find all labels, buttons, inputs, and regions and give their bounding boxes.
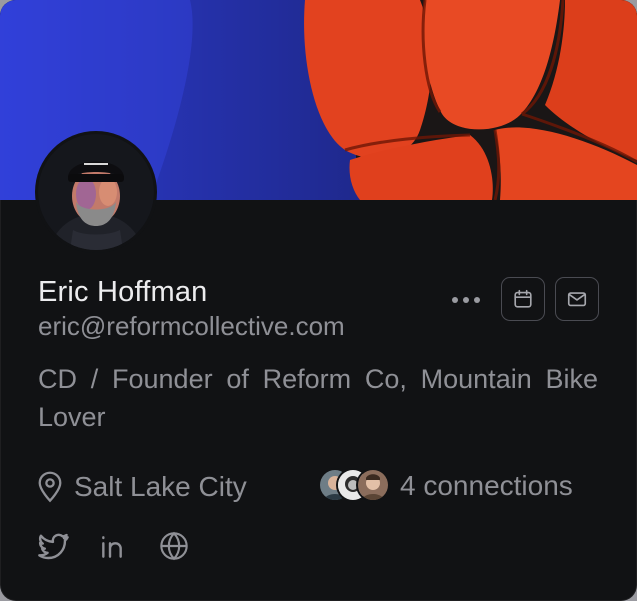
profile-card: Eric Hoffman eric@reformcollective.com C… — [0, 0, 637, 601]
profile-avatar — [38, 134, 154, 250]
calendar-button[interactable] — [501, 277, 545, 321]
calendar-icon — [514, 289, 532, 308]
more-horizontal-icon — [452, 297, 458, 303]
profile-name: Eric Hoffman — [38, 276, 208, 308]
connection-avatars — [320, 470, 390, 502]
profile-email: eric@reformcollective.com — [38, 311, 345, 341]
connection-avatar — [358, 470, 388, 500]
profile-bio: CD / Founder of Reform Co, Mountain Bike… — [38, 364, 598, 432]
more-horizontal-icon-dot — [463, 297, 469, 303]
connections-link[interactable]: 4 connections — [320, 468, 573, 504]
location: Salt Lake City — [36, 470, 247, 504]
linkedin-icon[interactable] — [98, 530, 130, 562]
more-options-button[interactable] — [448, 286, 484, 314]
globe-icon[interactable] — [158, 530, 190, 562]
mail-icon — [567, 292, 587, 307]
connections-count: 4 connections — [400, 470, 573, 501]
mail-button[interactable] — [555, 277, 599, 321]
map-pin-icon — [38, 471, 62, 503]
more-horizontal-icon-dot — [474, 297, 480, 303]
twitter-icon[interactable] — [38, 530, 70, 562]
location-text: Salt Lake City — [74, 471, 247, 502]
